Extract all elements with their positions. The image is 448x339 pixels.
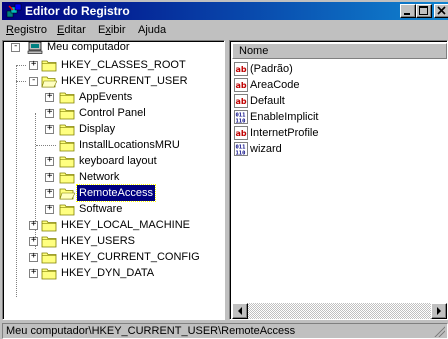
maximize-button[interactable] (416, 4, 432, 18)
menu-editar[interactable]: Editar (57, 24, 86, 37)
string-value-icon: ab (234, 94, 248, 108)
close-icon (437, 6, 446, 15)
folder-icon (41, 220, 57, 232)
svg-text:ab: ab (236, 97, 247, 106)
value-name: wizard (250, 143, 282, 155)
resize-grip-icon[interactable] (433, 325, 445, 337)
tree-label-hkcr: HKEY_CLASSES_ROOT (61, 59, 186, 71)
maximize-icon (419, 6, 428, 15)
expand-icon[interactable]: + (45, 203, 54, 214)
expand-icon[interactable]: + (45, 155, 54, 166)
arrow-right-icon (437, 307, 441, 315)
scroll-left-button[interactable] (232, 303, 248, 319)
title-bar[interactable]: Editor do Registro (2, 2, 448, 20)
tree-line (16, 65, 17, 297)
computer-icon (27, 41, 43, 54)
tree-label-hklm: HKEY_LOCAL_MACHINE (61, 219, 190, 231)
minimize-icon (404, 13, 410, 15)
folder-icon (59, 140, 75, 152)
expand-icon[interactable]: + (45, 107, 54, 118)
tree-label-hkcu: HKEY_CURRENT_USER (61, 75, 188, 87)
tree-label-hkdd: HKEY_DYN_DATA (61, 267, 155, 279)
value-name: (Padrão) (250, 63, 293, 75)
tree-label-hkcc: HKEY_CURRENT_CONFIG (61, 251, 200, 263)
registry-app-icon (6, 3, 22, 18)
tree-label-network: Network (79, 171, 120, 183)
status-path: Meu computador\HKEY_CURRENT_USER\RemoteA… (6, 325, 296, 337)
expand-icon[interactable]: + (29, 267, 38, 278)
expand-icon[interactable]: + (29, 235, 38, 246)
folder-icon (41, 268, 57, 280)
tree-label-control-panel: Control Panel (79, 107, 146, 119)
expand-icon[interactable]: + (29, 59, 38, 70)
svg-text:ab: ab (236, 81, 247, 90)
value-name: AreaCode (250, 79, 300, 91)
tree-label-appevents: AppEvents (79, 91, 133, 103)
open-folder-icon (59, 188, 75, 200)
values-list-pane[interactable]: Nome ab (Padrão) ab AreaCode ab Default … (229, 40, 448, 320)
tree-label-software: Software (79, 203, 123, 215)
horizontal-scrollbar[interactable] (232, 303, 447, 319)
expand-icon[interactable]: + (29, 219, 38, 230)
string-value-icon: ab (234, 78, 248, 92)
tree-label-installlocationsmru: InstallLocationsMRU (79, 139, 180, 151)
window-title: Editor do Registro (25, 4, 130, 18)
expand-icon[interactable]: + (29, 251, 38, 262)
folder-icon (59, 124, 75, 136)
close-button[interactable] (434, 4, 448, 18)
folder-icon (41, 236, 57, 248)
svg-text:ab: ab (236, 129, 247, 138)
minimize-button[interactable] (400, 4, 416, 18)
svg-text:ab: ab (236, 65, 247, 74)
svg-text:110: 110 (236, 151, 246, 157)
folder-icon (41, 252, 57, 264)
expand-icon[interactable]: + (45, 91, 54, 102)
binary-value-icon: 011110 (234, 142, 248, 156)
key-tree-pane[interactable]: - Meu computador + HKEY_CLASSES_ROOT - H… (2, 40, 225, 320)
string-value-icon: ab (234, 126, 248, 140)
registry-editor-window: Editor do Registro Registro Editar Exibi… (0, 0, 448, 339)
arrow-left-icon (238, 307, 242, 315)
svg-text:110: 110 (236, 119, 246, 125)
collapse-icon[interactable]: - (29, 75, 38, 86)
menu-bar: Registro Editar Exibir Ajuda (2, 21, 448, 39)
folder-icon (59, 108, 75, 120)
folder-icon (59, 204, 75, 216)
folder-icon (59, 172, 75, 184)
menu-ajuda[interactable]: Ajuda (138, 24, 166, 37)
expand-icon[interactable]: + (45, 171, 54, 182)
tree-label-remoteaccess: RemoteAccess (76, 184, 156, 202)
folder-icon (41, 60, 57, 72)
column-header-name[interactable]: Nome (232, 43, 447, 59)
status-bar: Meu computador\HKEY_CURRENT_USER\RemoteA… (2, 323, 448, 339)
value-name: EnableImplicit (250, 111, 319, 123)
tree-label-root: Meu computador (47, 41, 130, 53)
string-value-icon: ab (234, 62, 248, 76)
value-name: InternetProfile (250, 127, 319, 139)
folder-icon (59, 92, 75, 104)
open-folder-icon (41, 76, 57, 88)
expand-icon[interactable]: + (45, 123, 54, 134)
tree-label-display: Display (79, 123, 116, 135)
tree-label-hku: HKEY_USERS (61, 235, 135, 247)
folder-icon (59, 156, 75, 168)
expand-icon[interactable]: + (45, 187, 54, 198)
binary-value-icon: 011110 (234, 110, 248, 124)
value-name: Default (250, 95, 285, 107)
menu-exibir[interactable]: Exibir (98, 24, 126, 37)
tree-label-keyboard-layout: keyboard layout (79, 155, 157, 167)
scroll-right-button[interactable] (431, 303, 447, 319)
collapse-icon[interactable]: - (11, 41, 20, 52)
menu-registro[interactable]: Registro (6, 24, 47, 37)
